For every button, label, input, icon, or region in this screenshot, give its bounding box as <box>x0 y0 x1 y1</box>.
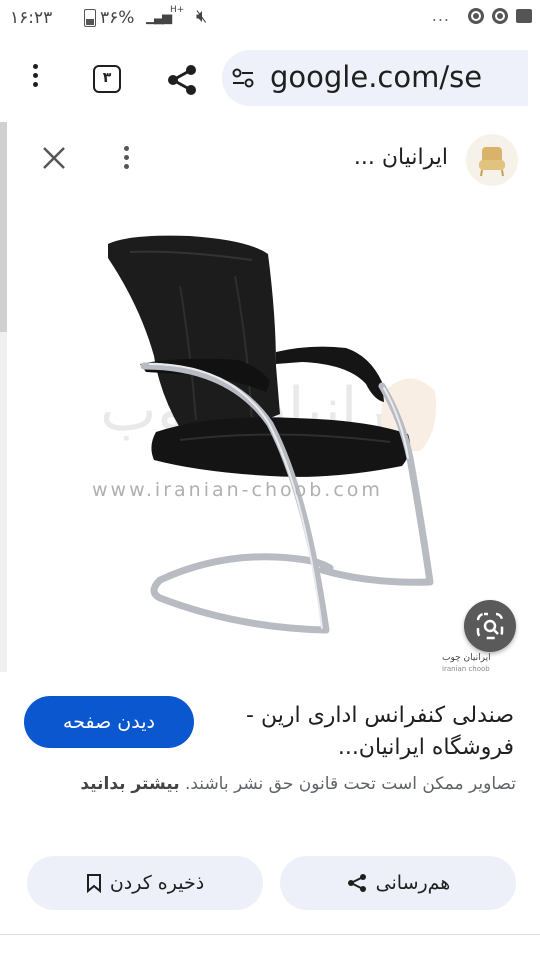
badge-text: ایرانیان چوب <box>442 653 491 663</box>
save-button[interactable]: ذخیره کردن <box>27 856 263 910</box>
mute-icon: 🔇︎ <box>196 6 208 27</box>
status-bar: ۱۶:۲۳ ۳۶% ▁▃▅ H+ 🔇︎ ... <box>0 0 540 36</box>
url-text: google.com/se <box>270 60 483 94</box>
tabs-icon[interactable]: ۳ <box>93 65 121 93</box>
battery-percent: ۳۶% <box>100 8 135 28</box>
status-time: ۱۶:۲۳ <box>10 8 53 28</box>
status-right-icons: ... <box>432 6 532 25</box>
tune-icon[interactable] <box>232 67 254 89</box>
site-name[interactable]: ایرانیان ... <box>354 145 448 170</box>
signal-icon: ▁▃▅ <box>146 10 172 25</box>
network-type: H+ <box>170 5 185 15</box>
share-label: هم‌رسانی <box>375 872 451 894</box>
url-bar[interactable]: google.com/se <box>222 50 528 106</box>
battery-icon <box>84 9 96 27</box>
status-overflow: ... <box>431 6 450 25</box>
scrollbar[interactable] <box>0 122 7 332</box>
chrome-icon <box>468 7 484 24</box>
more-vert-icon[interactable] <box>116 142 136 176</box>
divider <box>0 934 540 935</box>
close-icon[interactable] <box>40 144 68 172</box>
left-edge <box>0 332 7 672</box>
copyright-text: تصاویر ممکن است تحت قانون حق نشر باشند. <box>184 774 516 794</box>
share-small-icon <box>347 874 366 892</box>
site-favicon[interactable] <box>466 134 518 186</box>
share-button[interactable]: هم‌رسانی <box>280 856 516 910</box>
menu-dots-icon[interactable] <box>20 60 50 96</box>
result-title[interactable]: صندلی کنفرانس اداری ارین - فروشگاه ایران… <box>214 700 514 764</box>
visit-page-button[interactable]: دیدن صفحه <box>24 696 194 748</box>
copyright-notice: تصاویر ممکن است تحت قانون حق نشر باشند. … <box>56 770 516 798</box>
watermark-url: www.iranian-choob.com <box>92 479 383 501</box>
browser-toolbar: ۳ google.com/se <box>0 36 540 120</box>
save-label: ذخیره کردن <box>109 872 205 894</box>
learn-more-link[interactable]: بیشتر بدانید <box>80 774 179 794</box>
message-icon <box>516 8 532 23</box>
product-image[interactable]: ایرانیان چوب www.iranian-choob.com <box>30 196 510 676</box>
badge-sub: iranian choob <box>442 665 490 673</box>
chrome-icon <box>492 7 508 24</box>
share-icon[interactable] <box>164 62 200 98</box>
watermark-badge: ایرانیان چوب iranian choob <box>436 644 506 678</box>
bookmark-icon <box>86 874 101 893</box>
